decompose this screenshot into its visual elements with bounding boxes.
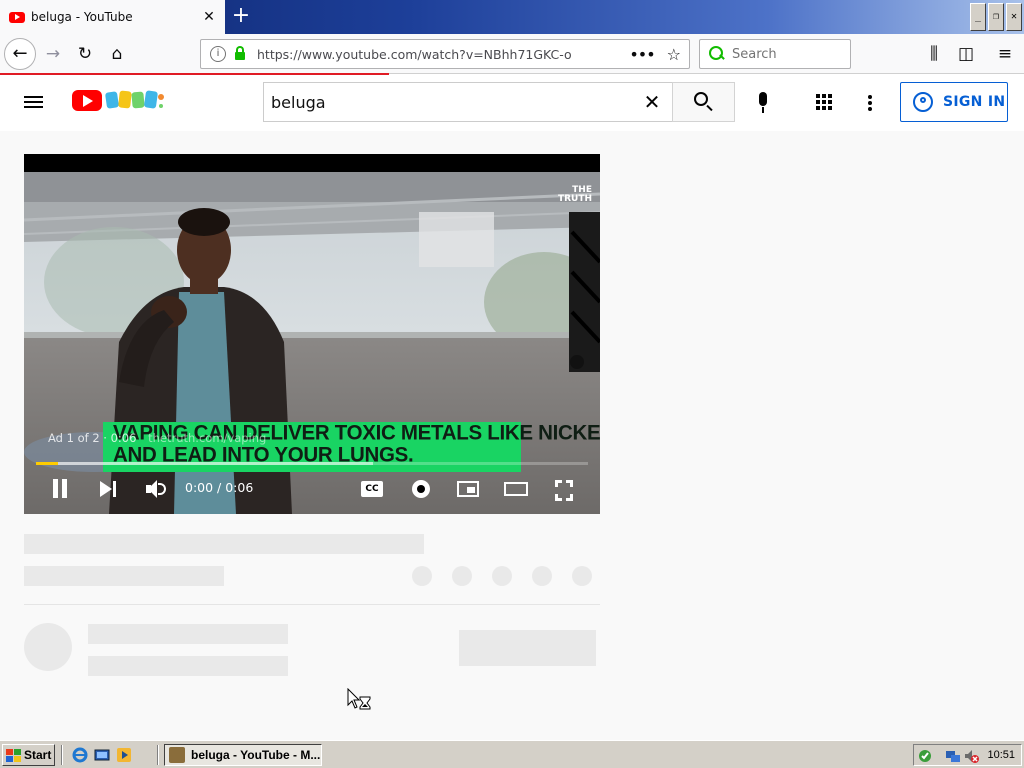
subscriber-placeholder (88, 656, 288, 676)
buffer-fill (36, 462, 373, 465)
settings-gear-icon[interactable] (409, 476, 433, 502)
ad-label: Ad 1 of 2 · 0:06 (48, 431, 137, 445)
reload-button[interactable]: ↻ (71, 40, 99, 68)
account-icon (913, 92, 933, 112)
fullscreen-icon[interactable] (553, 476, 575, 502)
sidebar-icon[interactable]: ◫ (952, 40, 980, 68)
info-icon[interactable]: i (210, 46, 226, 62)
channel-name-placeholder (88, 624, 288, 644)
window-controls: _ ❐ ✕ (968, 3, 1022, 31)
youtube-search-box[interactable]: beluga ✕ (263, 82, 673, 122)
taskbar: Start beluga - YouTube - M... 10:51 (0, 740, 1024, 768)
forward-button[interactable]: → (39, 40, 67, 68)
voice-search-microphone-icon[interactable] (751, 92, 775, 116)
internet-explorer-icon[interactable] (72, 747, 88, 763)
search-icon (709, 46, 725, 62)
volume-icon[interactable] (144, 476, 168, 502)
browser-tab[interactable]: beluga - YouTube ✕ (0, 0, 225, 34)
theater-mode-icon[interactable] (503, 476, 529, 502)
home-button[interactable]: ⌂ (103, 40, 131, 68)
lock-icon (235, 46, 245, 60)
url-text[interactable]: https://www.youtube.com/watch?v=NBhh71GK… (257, 47, 629, 62)
show-desktop-icon[interactable] (94, 747, 110, 763)
url-bar[interactable]: i https://www.youtube.com/watch?v=NBhh71… (200, 39, 690, 69)
action-placeholder (572, 566, 592, 586)
menu-icon[interactable]: ≡ (991, 40, 1019, 68)
youtube-search-button[interactable] (672, 82, 735, 122)
screen: beluga - YouTube ✕ + _ ❐ ✕ ← → ↻ ⌂ i htt… (0, 0, 1024, 768)
close-window-button[interactable]: ✕ (1006, 3, 1022, 31)
miniplayer-icon[interactable] (456, 476, 480, 502)
browser-search-field[interactable]: Search (699, 39, 851, 69)
tab-title: beluga - YouTube (31, 10, 133, 24)
action-placeholder (492, 566, 512, 586)
video-player[interactable]: THE TRUTH VAPING CAN DELIVER TOXIC METAL… (24, 154, 600, 514)
brand-watermark: THE TRUTH (557, 185, 592, 204)
minimize-button[interactable]: _ (970, 3, 986, 31)
title-placeholder (24, 534, 424, 554)
start-button[interactable]: Start (2, 744, 55, 766)
windows-flag-icon (6, 748, 21, 762)
sign-in-label: SIGN IN (943, 94, 1006, 110)
action-placeholder (452, 566, 472, 586)
watch-page: THE TRUTH VAPING CAN DELIVER TOXIC METAL… (0, 131, 1024, 740)
search-placeholder: Search (732, 46, 777, 62)
taskbar-separator (157, 745, 159, 765)
new-tab-button[interactable]: + (229, 4, 253, 28)
youtube-favicon-icon (9, 11, 25, 23)
progress-fill (36, 462, 58, 465)
restore-button[interactable]: ❐ (988, 3, 1004, 31)
quick-launch-separator (61, 745, 63, 765)
sign-in-button[interactable]: SIGN IN (900, 82, 1008, 122)
page-actions-icon[interactable]: ••• (629, 45, 655, 64)
time-display: 0:00 / 0:06 (185, 480, 254, 495)
browser-tab-strip: beluga - YouTube ✕ + _ ❐ ✕ (0, 0, 1024, 34)
taskbar-window-label: beluga - YouTube - M... (191, 748, 321, 762)
back-button[interactable]: ← (4, 38, 36, 70)
settings-more-icon[interactable] (868, 93, 876, 113)
ad-url[interactable]: thetruth.com/vaping (148, 431, 266, 445)
captions-icon[interactable]: CC (360, 476, 384, 502)
close-tab-icon[interactable]: ✕ (201, 9, 217, 25)
search-query[interactable]: beluga (271, 93, 632, 112)
system-tray: 10:51 (913, 744, 1022, 766)
navigation-toolbar: ← → ↻ ⌂ i https://www.youtube.com/watch?… (0, 34, 1024, 74)
guide-menu-icon[interactable] (24, 93, 48, 113)
search-icon (694, 92, 714, 112)
next-icon[interactable] (98, 476, 118, 502)
action-placeholder (412, 566, 432, 586)
channel-avatar-placeholder (24, 623, 72, 671)
views-placeholder (24, 566, 224, 586)
volume-muted-icon[interactable] (963, 748, 979, 764)
action-placeholder (532, 566, 552, 586)
clear-search-icon[interactable]: ✕ (632, 83, 672, 121)
pause-icon[interactable] (51, 476, 69, 502)
youtube-doodle-icon[interactable] (104, 87, 166, 113)
subscribe-placeholder (459, 630, 596, 666)
divider (24, 604, 600, 605)
bookmark-star-icon[interactable]: ☆ (667, 45, 681, 64)
security-shield-icon[interactable] (917, 748, 933, 764)
busy-cursor-icon (347, 688, 371, 710)
apps-grid-icon[interactable] (816, 94, 832, 110)
library-icon[interactable]: ⫼ (920, 40, 948, 68)
start-label: Start (24, 748, 52, 762)
progress-bar[interactable] (36, 462, 588, 465)
network-icon[interactable] (945, 748, 961, 764)
ad-badge[interactable]: Ad 1 of 2 · 0:06 thetruth.com/vaping (48, 431, 266, 445)
media-player-icon[interactable] (116, 747, 132, 763)
taskbar-window-button[interactable]: beluga - YouTube - M... (164, 744, 322, 766)
firefox-window-icon (169, 747, 185, 763)
clock: 10:51 (987, 749, 1015, 761)
youtube-masthead: beluga ✕ SIGN IN (0, 75, 1024, 131)
youtube-logo-icon[interactable] (72, 90, 102, 111)
